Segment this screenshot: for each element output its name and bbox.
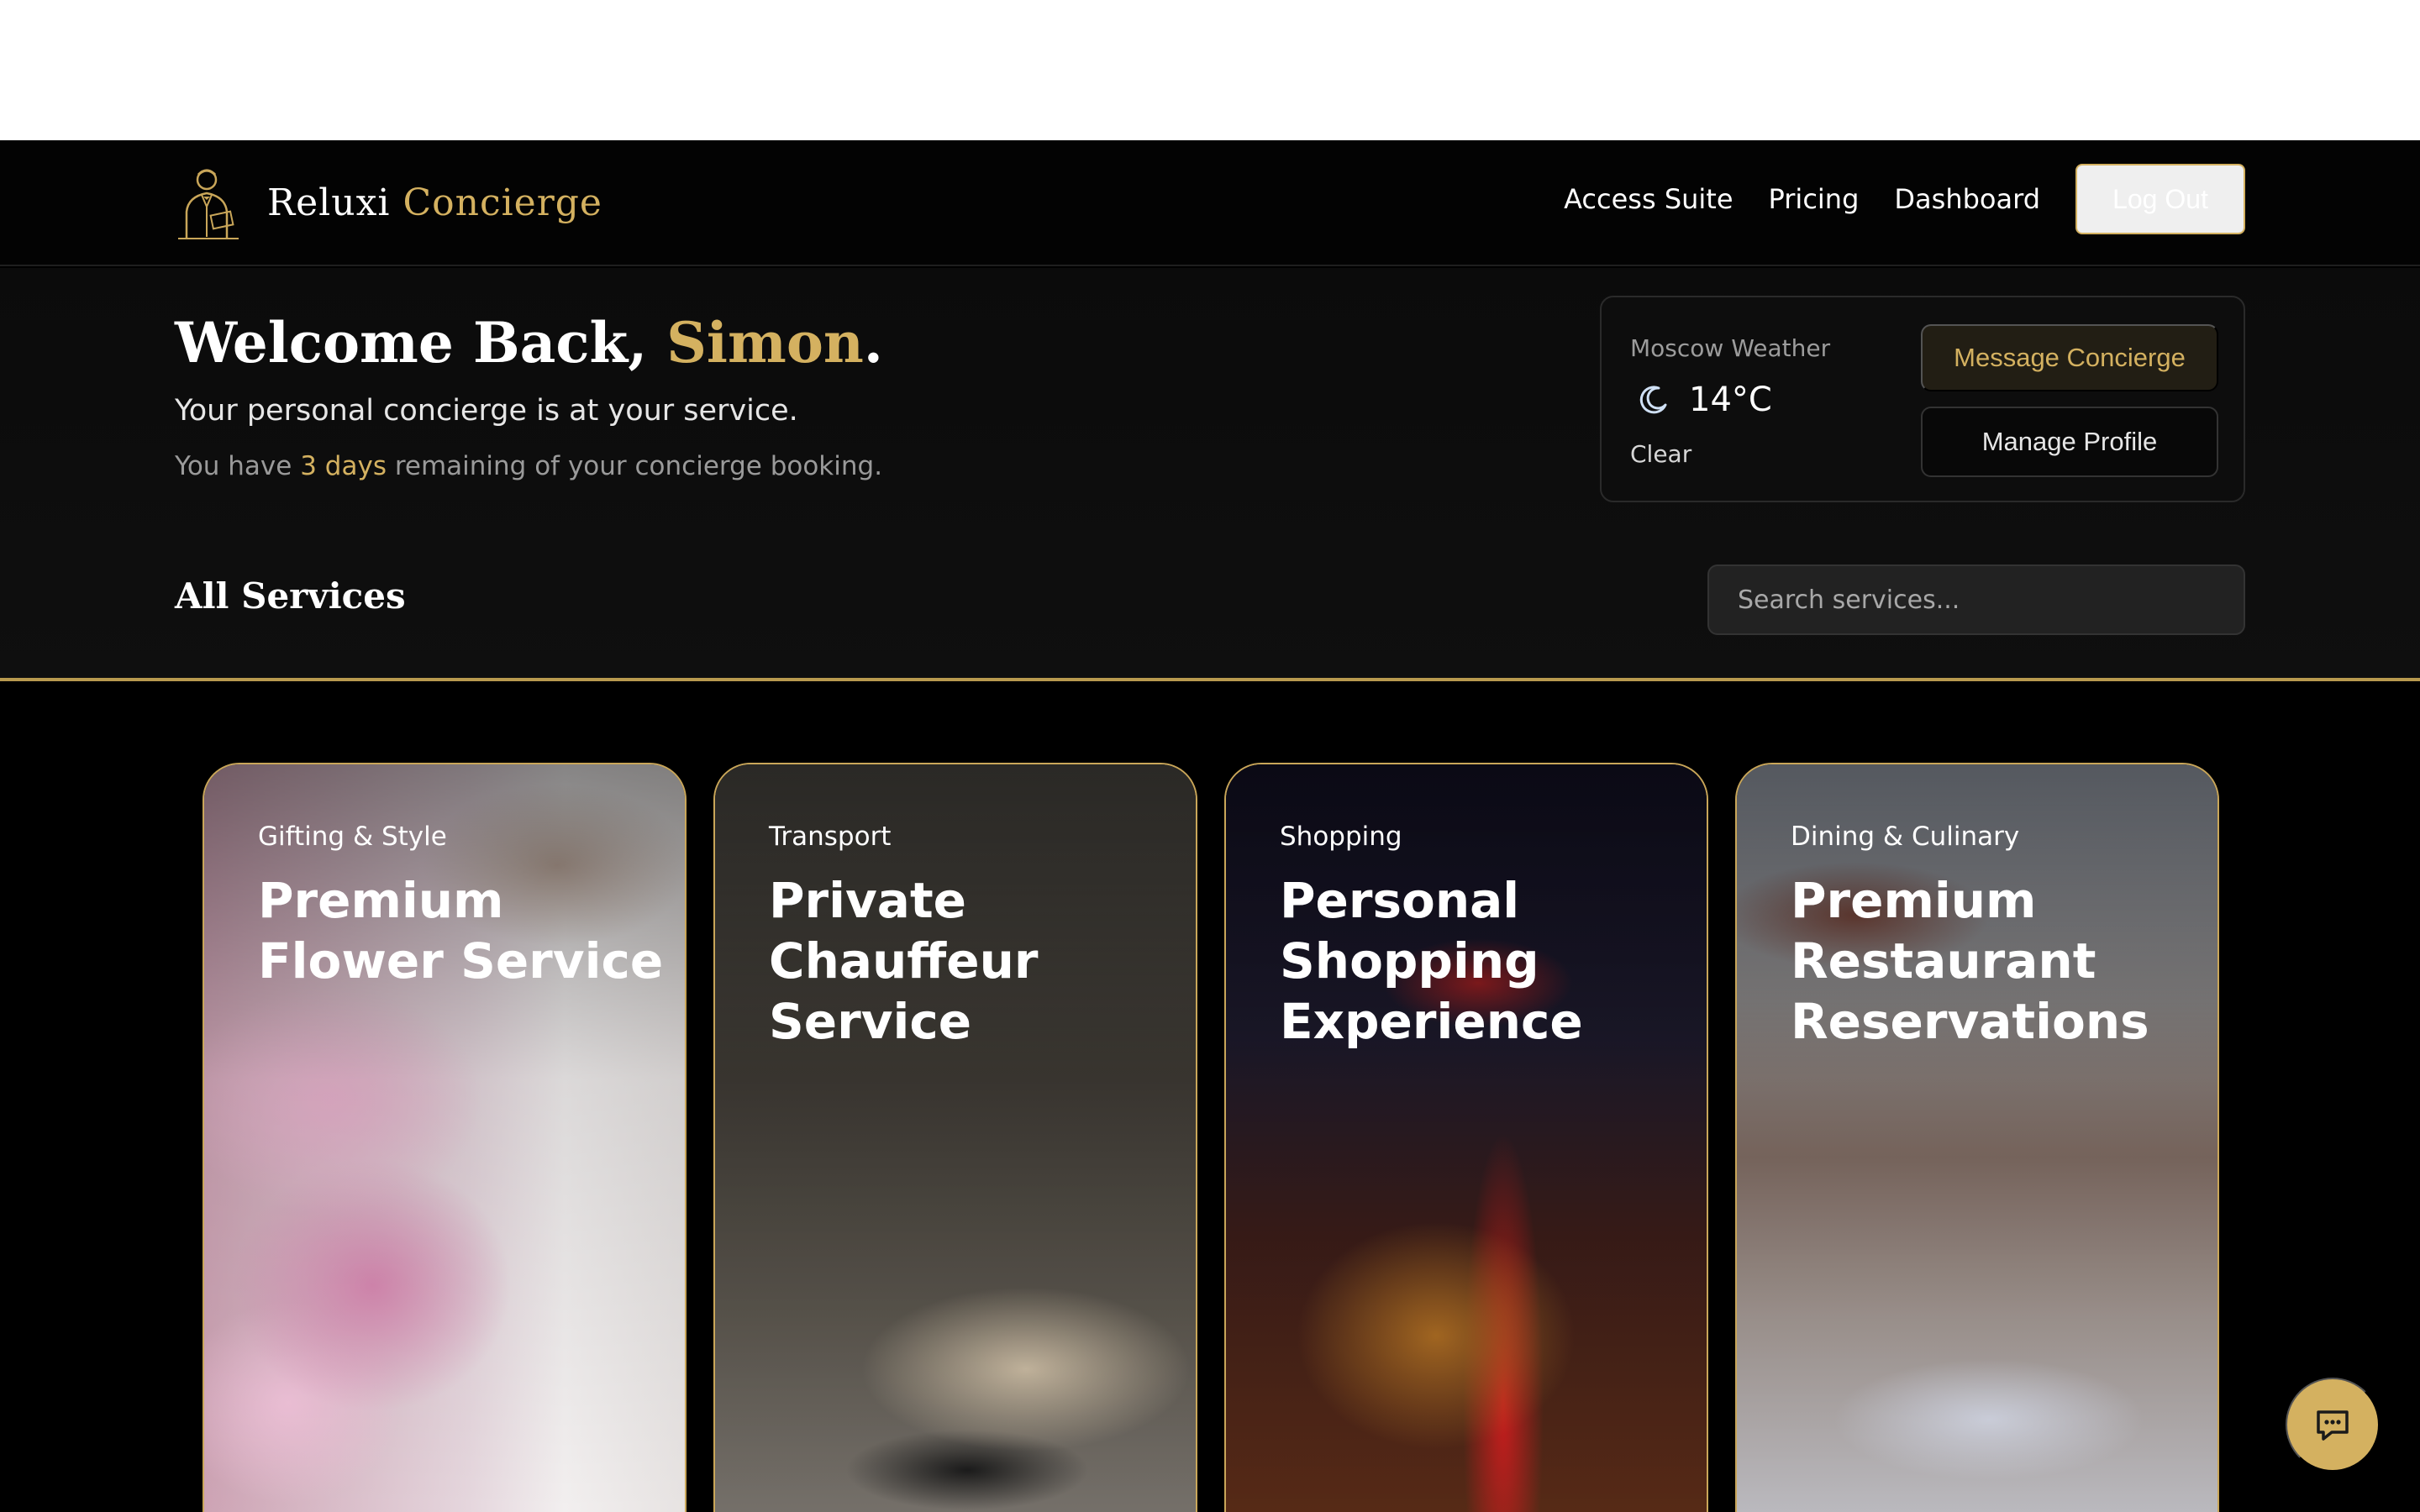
remaining-prefix: You have — [175, 451, 292, 481]
welcome-subtitle: Your personal concierge is at your servi… — [175, 394, 798, 428]
service-title: Private Chauffeur Service — [769, 872, 1039, 1050]
service-category: Gifting & Style — [258, 822, 447, 852]
booking-remaining: You have 3 days remaining of your concie… — [175, 451, 882, 481]
service-title: Premium Restaurant Reservations — [1791, 872, 2149, 1050]
service-card-shopping[interactable]: Shopping Personal Shopping Experience — [1224, 763, 1708, 1512]
nav-pricing[interactable]: Pricing — [1769, 183, 1860, 215]
welcome-suffix: . — [863, 310, 883, 375]
remaining-days: 3 days — [300, 451, 387, 481]
welcome-prefix: Welcome Back, — [175, 310, 648, 375]
service-category: Transport — [769, 822, 892, 852]
weather-label: Moscow Weather — [1630, 334, 1831, 362]
nav-dashboard[interactable]: Dashboard — [1894, 183, 2040, 215]
user-name: Simon — [666, 310, 864, 375]
weather-condition: Clear — [1630, 440, 1692, 468]
service-category: Dining & Culinary — [1791, 822, 2020, 852]
service-category: Shopping — [1280, 822, 1402, 852]
weather-row: 14°C — [1630, 376, 1772, 423]
gold-divider — [0, 678, 2420, 681]
message-concierge-button[interactable]: Message Concierge — [1921, 324, 2218, 391]
brand-name-accent: Concierge — [402, 181, 602, 224]
moon-icon — [1630, 376, 1677, 423]
search-services-input[interactable] — [1707, 564, 2245, 635]
service-title: Personal Shopping Experience — [1280, 872, 1583, 1050]
main-nav: Access Suite Pricing Dashboard Log Out — [1528, 164, 2245, 234]
service-card-restaurant[interactable]: Dining & Culinary Premium Restaurant Res… — [1735, 763, 2219, 1512]
welcome-heading: Welcome Back, Simon. — [175, 310, 883, 375]
top-navbar: Reluxi Concierge Access Suite Pricing Da… — [0, 140, 2420, 266]
nav-access-suite[interactable]: Access Suite — [1564, 183, 1733, 215]
brand-logo[interactable]: Reluxi Concierge — [175, 160, 602, 244]
weather-actions-panel: Moscow Weather 14°C Clear Message Concie… — [1600, 296, 2245, 502]
logout-button[interactable]: Log Out — [2075, 164, 2245, 234]
remaining-suffix: remaining of your concierge booking. — [394, 451, 883, 481]
chat-bubble-icon — [2317, 1410, 2349, 1441]
chat-button[interactable] — [2286, 1378, 2380, 1472]
service-card-chauffeur[interactable]: Transport Private Chauffeur Service — [713, 763, 1197, 1512]
concierge-butler-icon — [178, 169, 239, 239]
service-card-flowers[interactable]: Gifting & Style Premium Flower Service — [203, 763, 687, 1512]
service-title: Premium Flower Service — [258, 872, 664, 990]
manage-profile-button[interactable]: Manage Profile — [1921, 407, 2218, 477]
services-grid: Gifting & Style Premium Flower Service T… — [0, 763, 2420, 1512]
browser-blank-area — [0, 0, 2420, 140]
weather-temperature: 14°C — [1689, 381, 1772, 419]
welcome-section: Welcome Back, Simon. Your personal conci… — [0, 268, 2420, 678]
brand-name: Reluxi Concierge — [267, 181, 602, 224]
services-heading: All Services — [175, 575, 406, 617]
brand-name-primary: Reluxi — [267, 181, 391, 224]
